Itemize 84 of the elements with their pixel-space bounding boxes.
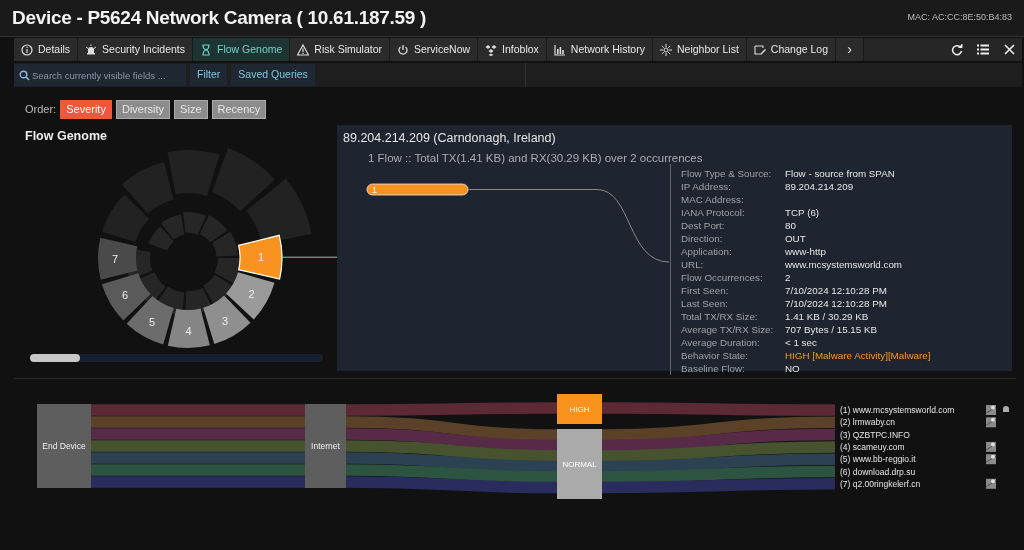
scrollbar-thumb[interactable] (30, 353, 80, 362)
severity-node: HIGH (557, 394, 602, 424)
genome-segment[interactable]: 6 (101, 272, 151, 321)
bar-chart-icon (553, 43, 566, 56)
destination-label: (7) q2.00ringkelerf.cn (840, 478, 921, 489)
document-icon (753, 43, 766, 56)
field-label: Dest Port: (681, 219, 726, 232)
tab[interactable]: Infoblox (478, 38, 547, 61)
starburst-icon (659, 43, 672, 56)
field-label: Flow Type & Source: (681, 167, 773, 180)
destination-label: (2) lrmwaby.cn (840, 417, 896, 428)
diamonds-icon (485, 43, 498, 56)
field-value: HIGH [Malware Activity][Malware] (785, 349, 931, 362)
tab[interactable]: Neighbor List (652, 38, 747, 61)
empty-segment (203, 274, 234, 305)
hourglass-icon (200, 43, 212, 56)
order-label: Order: (25, 101, 57, 117)
map-pin-icon[interactable] (985, 441, 997, 452)
info-icon (21, 43, 33, 56)
field-value: 1.41 KB / 30.29 KB (785, 310, 869, 323)
field-value: TCP (6) (785, 206, 820, 219)
severity-node: NORMAL (557, 429, 602, 499)
tab[interactable]: Risk Simulator (290, 38, 391, 61)
tab[interactable]: Network History (546, 38, 653, 61)
toolbar-button[interactable]: Filter (190, 64, 228, 86)
field-label: Behavior State: (681, 349, 749, 362)
field-value: www-http (785, 245, 826, 258)
tab[interactable]: ServiceNow (390, 38, 479, 61)
search-icon (19, 69, 30, 81)
field-label: Last Seen: (681, 297, 729, 310)
tab[interactable]: Change Log (746, 38, 837, 61)
empty-segment (214, 257, 240, 283)
bell-icon[interactable] (1003, 406, 1009, 412)
empty-segment (212, 231, 238, 257)
field-value: 80 (785, 219, 796, 232)
tab[interactable]: Flow Genome (193, 38, 291, 61)
field-label: Application: (681, 245, 733, 258)
map-pin-icon[interactable] (985, 454, 997, 465)
toolbar-button[interactable]: Saved Queries (231, 64, 315, 86)
map-pin-icon[interactable] (985, 478, 997, 489)
field-value: < 1 sec (785, 336, 817, 349)
map-pin-icon[interactable] (985, 405, 997, 415)
tab[interactable]: Security Incidents (78, 38, 193, 61)
destination-label: (1) www.mcsystemsworld.com (840, 405, 955, 415)
field-value: www.mcsystemsworld.com (785, 258, 903, 271)
map-pin-icon[interactable] (985, 417, 997, 428)
field-label: MAC Address: (681, 193, 745, 206)
warning-icon (297, 43, 310, 56)
flow-title: 89.204.214.209 (Carndonagh, Ireland) (342, 130, 557, 147)
field-value: OUT (785, 232, 806, 245)
field-label: Average Duration: (681, 336, 761, 349)
stage-node: End Device (37, 404, 91, 488)
field-label: Average TX/RX Size: (681, 323, 775, 336)
destination-label: (6) download.drp.su (840, 466, 916, 477)
field-value: 707 Bytes / 15.15 KB (785, 323, 878, 336)
genome-segment[interactable]: 7 (98, 237, 138, 280)
mac-address: MAC: AC:CC:8E:50:B4:83 (907, 11, 1012, 25)
destination-label: (3) QZBTPC.INFO (840, 429, 910, 440)
panel-title: Flow Genome (24, 128, 108, 145)
window-title: Device - P5624 Network Camera ( 10.61.187.59 ) (12, 6, 426, 30)
search-field[interactable]: Search currently visible fields ... (14, 64, 186, 86)
field-value: 7/10/2024 12:10:28 PM (785, 297, 887, 310)
destination-label: (5) www.bb-reggio.it (840, 454, 916, 465)
field-value: 7/10/2024 12:10:28 PM (785, 284, 887, 297)
stage-node: Internet (305, 404, 346, 488)
connector-line (281, 256, 337, 258)
tab[interactable]: Details (14, 38, 79, 61)
field-label: IANA Protocol: (681, 206, 746, 219)
field-label: Baseline Flow: (681, 362, 746, 375)
field-label: Direction: (681, 232, 724, 245)
field-label: Flow Occurrences: (681, 271, 764, 284)
field-label: URL: (681, 258, 705, 271)
field-value: Flow - source from SPAN (785, 167, 895, 180)
field-label: Total TX/RX Size: (681, 310, 759, 323)
field-label: IP Address: (681, 180, 732, 193)
field-label: First Seen: (681, 284, 730, 297)
field-value: NO (785, 362, 800, 375)
tab-scroll-button[interactable]: › (836, 38, 865, 61)
alarm-icon (85, 43, 98, 56)
field-value: 2 (785, 271, 791, 284)
destination-label: (4) scameuy.com (840, 441, 905, 452)
flow-summary: 1 Flow :: Total TX(1.41 KB) and RX(30.29 KB) over 2 occurrences (367, 150, 704, 166)
power-icon (397, 43, 410, 56)
field-value: 89.204.214.209 (785, 180, 854, 193)
